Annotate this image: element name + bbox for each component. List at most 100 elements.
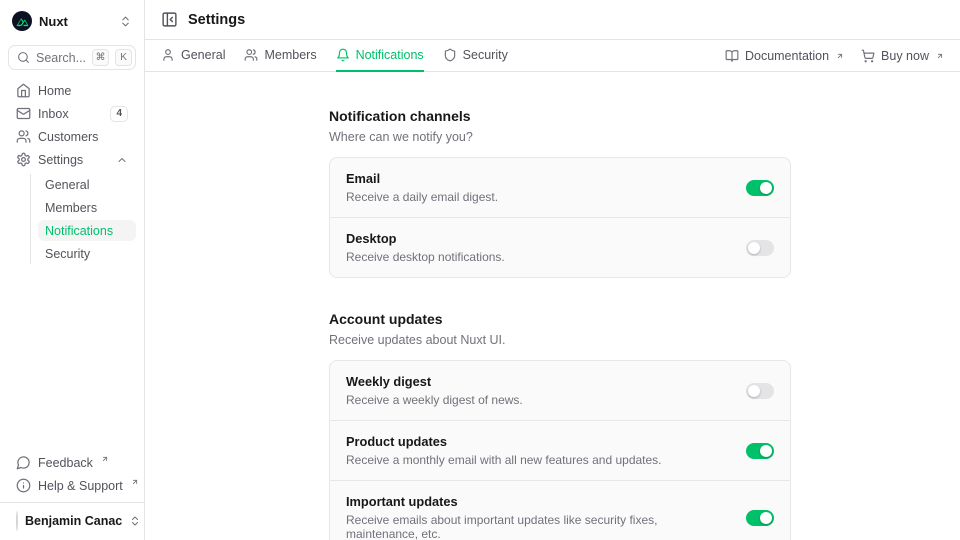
documentation-label: Documentation	[745, 49, 829, 63]
users-icon	[244, 48, 258, 62]
settings-subnav: General Members Notifications Security	[30, 174, 136, 264]
sidebar-nav: Home Inbox 4 Customers Settings	[0, 70, 144, 264]
external-link-icon	[936, 52, 944, 60]
setting-text: Email Receive a daily email digest.	[346, 171, 498, 204]
tabbar-actions: Documentation Buy now	[725, 40, 944, 71]
section-description: Where can we notify you?	[329, 130, 791, 144]
sidebar-item-settings-security[interactable]: Security	[38, 243, 136, 264]
sidebar-item-label: Customers	[38, 130, 98, 144]
sidebar-item-label: Notifications	[45, 224, 113, 238]
sidebar-item-label: General	[45, 178, 89, 192]
section-title: Notification channels	[329, 108, 791, 124]
nuxt-logo	[12, 11, 32, 31]
sidebar-item-settings[interactable]: Settings	[8, 149, 136, 170]
setting-row-desktop: Desktop Receive desktop notifications.	[330, 217, 790, 277]
kbd-meta: ⌘	[92, 49, 109, 66]
setting-text: Product updates Receive a monthly email …	[346, 434, 662, 467]
search-icon	[17, 51, 30, 64]
setting-text: Important updates Receive emails about i…	[346, 494, 730, 540]
tab-notifications[interactable]: Notifications	[336, 40, 424, 72]
main-panel: Settings General Members Notifications S…	[145, 0, 960, 540]
sidebar-item-home[interactable]: Home	[8, 80, 136, 101]
page-title: Settings	[188, 12, 245, 28]
sidebar-item-label: Security	[45, 247, 90, 261]
setting-label: Weekly digest	[346, 374, 523, 389]
setting-text: Desktop Receive desktop notifications.	[346, 231, 505, 264]
section-description: Receive updates about Nuxt UI.	[329, 333, 791, 347]
kbd-k: K	[115, 49, 132, 66]
sidebar-item-label: Home	[38, 84, 71, 98]
sidebar-footer: Feedback Help & Support	[0, 452, 144, 502]
users-icon	[16, 129, 31, 144]
setting-description: Receive a monthly email with all new fea…	[346, 453, 662, 467]
message-bubble-icon	[16, 455, 31, 470]
tab-label: Notifications	[356, 48, 424, 62]
buy-now-link[interactable]: Buy now	[861, 49, 944, 63]
tab-security[interactable]: Security	[443, 40, 508, 72]
collapse-sidebar-button[interactable]	[161, 11, 178, 28]
weekly-digest-toggle[interactable]	[746, 383, 774, 399]
tab-members[interactable]: Members	[244, 40, 316, 72]
external-link-icon	[131, 478, 139, 486]
home-icon	[16, 83, 31, 98]
user-icon	[161, 48, 175, 62]
setting-text: Weekly digest Receive a weekly digest of…	[346, 374, 523, 407]
feedback-link[interactable]: Feedback	[8, 452, 136, 473]
setting-label: Email	[346, 171, 498, 186]
inbox-count-badge: 4	[110, 106, 128, 122]
workspace-switcher[interactable]: Nuxt	[8, 8, 136, 34]
sidebar-item-label: Settings	[38, 153, 83, 167]
panel-left-close-icon	[161, 11, 178, 28]
documentation-link[interactable]: Documentation	[725, 49, 844, 63]
desktop-toggle[interactable]	[746, 240, 774, 256]
sidebar-item-label: Inbox	[38, 107, 69, 121]
setting-description: Receive emails about important updates l…	[346, 513, 730, 540]
feedback-label: Feedback	[38, 456, 93, 470]
setting-row-email: Email Receive a daily email digest.	[330, 158, 790, 217]
setting-description: Receive a weekly digest of news.	[346, 393, 523, 407]
shopping-cart-icon	[861, 49, 875, 63]
settings-content: Notification channels Where can we notif…	[145, 72, 960, 540]
setting-row-weekly-digest: Weekly digest Receive a weekly digest of…	[330, 361, 790, 420]
inbox-icon	[16, 106, 31, 121]
sidebar-item-settings-members[interactable]: Members	[38, 197, 136, 218]
sidebar-item-customers[interactable]: Customers	[8, 126, 136, 147]
sidebar-item-inbox[interactable]: Inbox 4	[8, 103, 136, 124]
sidebar: Nuxt Search... ⌘ K Home Inbox 4	[0, 0, 145, 540]
help-support-label: Help & Support	[38, 479, 123, 493]
important-updates-toggle[interactable]	[746, 510, 774, 526]
tab-general[interactable]: General	[161, 40, 225, 72]
sidebar-item-label: Members	[45, 201, 97, 215]
info-circle-icon	[16, 478, 31, 493]
setting-label: Desktop	[346, 231, 505, 246]
sidebar-spacer	[0, 264, 144, 452]
bell-icon	[336, 48, 350, 62]
search-placeholder: Search...	[36, 51, 86, 65]
user-name: Benjamin Canac	[25, 514, 122, 528]
setting-row-product-updates: Product updates Receive a monthly email …	[330, 420, 790, 480]
gear-icon	[16, 152, 31, 167]
email-toggle[interactable]	[746, 180, 774, 196]
tab-label: General	[181, 48, 225, 62]
chevrons-up-down-icon	[119, 15, 132, 28]
user-menu[interactable]: Benjamin Canac	[8, 508, 136, 534]
sidebar-item-settings-notifications[interactable]: Notifications	[38, 220, 136, 241]
avatar	[16, 511, 18, 531]
setting-label: Product updates	[346, 434, 662, 449]
shield-icon	[443, 48, 457, 62]
search-input[interactable]: Search... ⌘ K	[8, 45, 136, 70]
page-header: Settings	[145, 0, 960, 40]
setting-description: Receive a daily email digest.	[346, 190, 498, 204]
sidebar-item-settings-general[interactable]: General	[38, 174, 136, 195]
section-account-updates: Account updates Receive updates about Nu…	[329, 311, 791, 540]
tab-label: Members	[264, 48, 316, 62]
external-link-icon	[836, 52, 844, 60]
help-support-link[interactable]: Help & Support	[8, 475, 136, 496]
book-open-icon	[725, 49, 739, 63]
product-updates-toggle[interactable]	[746, 443, 774, 459]
section-notification-channels: Notification channels Where can we notif…	[329, 108, 791, 278]
tab-label: Security	[463, 48, 508, 62]
setting-description: Receive desktop notifications.	[346, 250, 505, 264]
chevrons-up-down-icon	[129, 515, 141, 527]
setting-label: Important updates	[346, 494, 730, 509]
